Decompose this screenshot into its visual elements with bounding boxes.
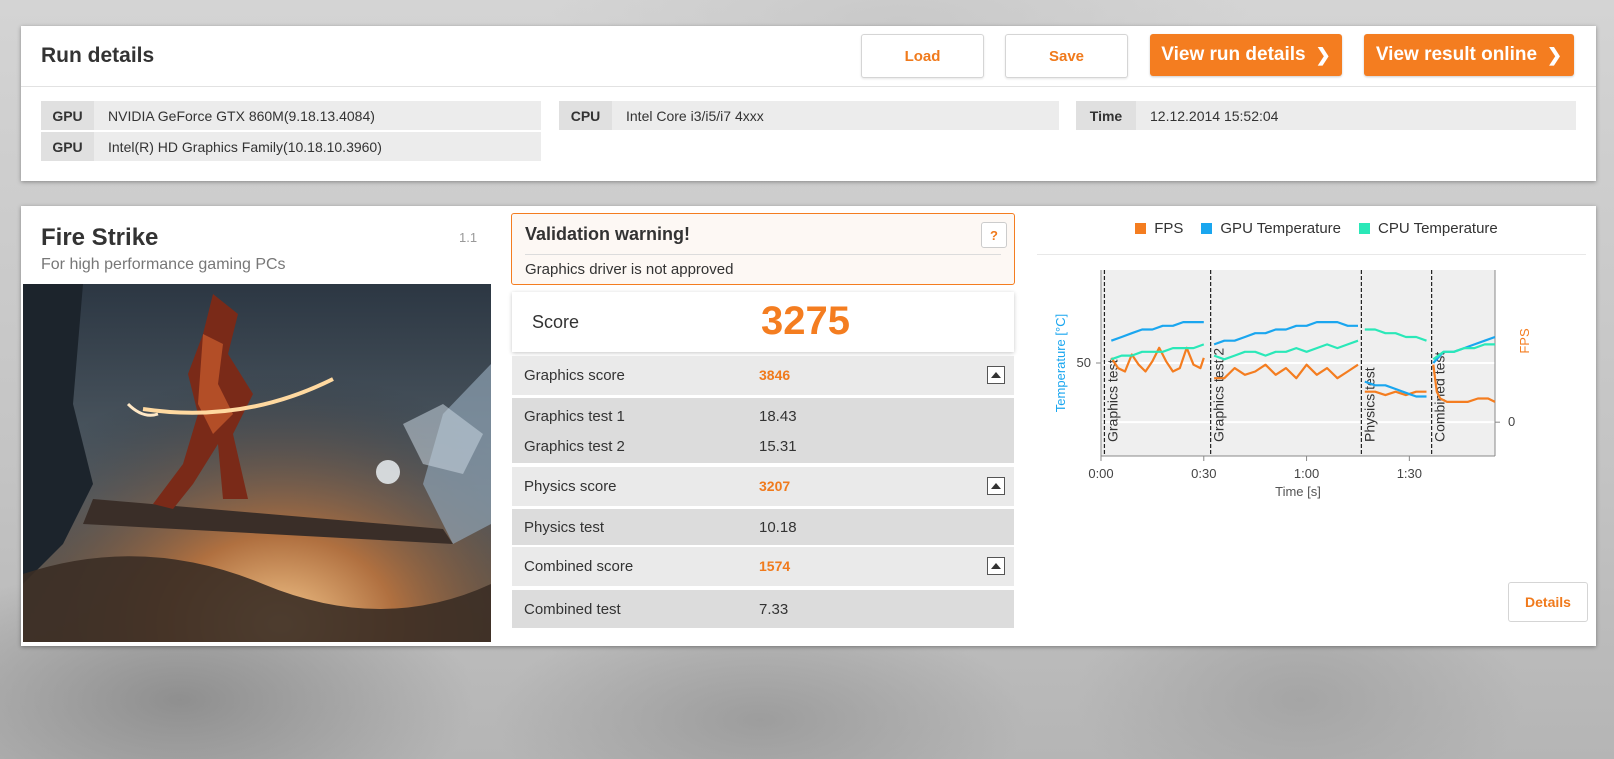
legend-item-gpu-temperature[interactable]: GPU Temperature xyxy=(1201,220,1341,237)
combined-score-row[interactable]: Combined score 1574 xyxy=(512,547,1014,586)
benchmark-version: 1.1 xyxy=(459,230,478,245)
collapse-icon[interactable] xyxy=(987,366,1005,384)
benchmark-subtitle: For high performance gaming PCs xyxy=(41,256,286,273)
info-value: NVIDIA GeForce GTX 860M(9.18.13.4084) xyxy=(108,107,375,124)
legend-label: FPS xyxy=(1154,220,1184,237)
chart-legend: FPS GPU Temperature CPU Temperature xyxy=(1037,220,1596,237)
legend-item-cpu-temperature[interactable]: CPU Temperature xyxy=(1359,220,1498,237)
validation-warning-title: Validation warning! xyxy=(525,224,691,244)
legend-item-fps[interactable]: FPS xyxy=(1135,220,1183,237)
combined-score-value: 1574 xyxy=(759,558,791,574)
x-tick-label: 0:00 xyxy=(1088,466,1113,481)
total-score-box: Score 3275 xyxy=(512,292,1014,352)
test-label: Graphics test 1 xyxy=(524,408,625,425)
benchmark-title: Fire Strike xyxy=(41,224,159,251)
divider xyxy=(21,86,1596,87)
info-value: 12.12.2014 15:52:04 xyxy=(1150,107,1279,124)
legend-label: CPU Temperature xyxy=(1378,220,1498,237)
x-tick-label: 0:30 xyxy=(1191,466,1216,481)
view-result-online-label: View result online xyxy=(1375,44,1538,65)
graphics-score-label: Graphics score xyxy=(524,367,625,384)
score-value: 3275 xyxy=(761,299,850,343)
graphics-tests-group: Graphics test 1 18.43 Graphics test 2 15… xyxy=(512,398,1014,463)
info-row-gpu-2: GPU Intel(R) HD Graphics Family(10.18.10… xyxy=(41,132,541,161)
load-button[interactable]: Load xyxy=(861,34,984,78)
view-run-details-button[interactable]: View run details ❯ xyxy=(1150,34,1342,76)
info-key: GPU xyxy=(41,101,94,130)
test-label: Combined test xyxy=(524,601,621,618)
legend-label: GPU Temperature xyxy=(1220,220,1341,237)
collapse-icon[interactable] xyxy=(987,557,1005,575)
run-details-title: Run details xyxy=(41,44,155,67)
info-row-cpu: CPU Intel Core i3/i5/i7 4xxx xyxy=(559,101,1059,130)
y-tick-label-left: 50 xyxy=(1077,355,1091,370)
info-key: Time xyxy=(1076,101,1136,130)
legend-swatch xyxy=(1201,223,1213,234)
divider xyxy=(525,254,1001,255)
validation-warning-message: Graphics driver is not approved xyxy=(525,261,734,278)
y-axis-title-left: Temperature [°C] xyxy=(1053,314,1068,412)
info-value: Intel(R) HD Graphics Family(10.18.10.396… xyxy=(108,138,382,155)
graphics-score-value: 3846 xyxy=(759,367,791,383)
collapse-icon[interactable] xyxy=(987,477,1005,495)
chevron-right-icon: ❯ xyxy=(1315,44,1331,65)
physics-score-row[interactable]: Physics score 3207 xyxy=(512,467,1014,506)
info-key: CPU xyxy=(559,101,612,130)
test-section-label: Physics test xyxy=(1361,367,1377,442)
physics-score-value: 3207 xyxy=(759,478,791,494)
physics-score-label: Physics score xyxy=(524,478,617,495)
view-run-details-label: View run details xyxy=(1161,44,1306,65)
monitoring-chart: 0:00 0:30 1:00 1:30 50 0 Time [s] Temperature [… xyxy=(1053,270,1532,499)
save-button[interactable]: Save xyxy=(1005,34,1128,78)
info-value: Intel Core i3/i5/i7 4xxx xyxy=(626,107,764,124)
x-tick-label: 1:30 xyxy=(1397,466,1422,481)
test-section-label: Graphics test xyxy=(1104,359,1120,442)
test-value: 10.18 xyxy=(759,519,797,536)
info-row-gpu-1: GPU NVIDIA GeForce GTX 860M(9.18.13.4084… xyxy=(41,101,541,130)
legend-swatch xyxy=(1359,223,1370,234)
info-key: GPU xyxy=(41,132,94,161)
test-value: 18.43 xyxy=(759,408,797,425)
combined-tests-group: Combined test 7.33 xyxy=(512,590,1014,628)
y-axis-title-right: FPS xyxy=(1517,328,1532,354)
view-result-online-button[interactable]: View result online ❯ xyxy=(1364,34,1574,76)
y-tick-label-right: 0 xyxy=(1508,414,1515,429)
graphics-score-row[interactable]: Graphics score 3846 xyxy=(512,356,1014,395)
test-value: 7.33 xyxy=(759,601,789,618)
physics-tests-group: Physics test 10.18 xyxy=(512,509,1014,545)
validation-warning-box: Validation warning! ? Graphics driver is… xyxy=(511,213,1015,285)
fire-strike-artwork-illustration xyxy=(23,284,491,642)
benchmark-result-panel: Fire Strike For high performance gaming … xyxy=(21,206,1596,646)
info-row-time: Time 12.12.2014 15:52:04 xyxy=(1076,101,1576,130)
monitoring-chart-area: FPS GPU Temperature CPU Temperature 0:00… xyxy=(1037,206,1596,646)
benchmark-artwork xyxy=(23,284,491,642)
x-tick-label: 1:00 xyxy=(1294,466,1319,481)
combined-score-label: Combined score xyxy=(524,558,634,575)
test-label: Physics test xyxy=(524,519,605,536)
test-section-label: Graphics test 2 xyxy=(1211,348,1227,442)
divider xyxy=(1037,254,1586,255)
x-axis-title: Time [s] xyxy=(1275,484,1321,499)
test-label: Graphics test 2 xyxy=(524,438,625,455)
details-button[interactable]: Details xyxy=(1508,582,1588,622)
run-details-panel: Run details Load Save View run details ❯… xyxy=(21,26,1596,181)
help-button[interactable]: ? xyxy=(981,222,1007,248)
chevron-right-icon: ❯ xyxy=(1547,44,1563,65)
score-label: Score xyxy=(532,312,580,332)
legend-swatch xyxy=(1135,223,1147,234)
test-value: 15.31 xyxy=(759,438,797,455)
